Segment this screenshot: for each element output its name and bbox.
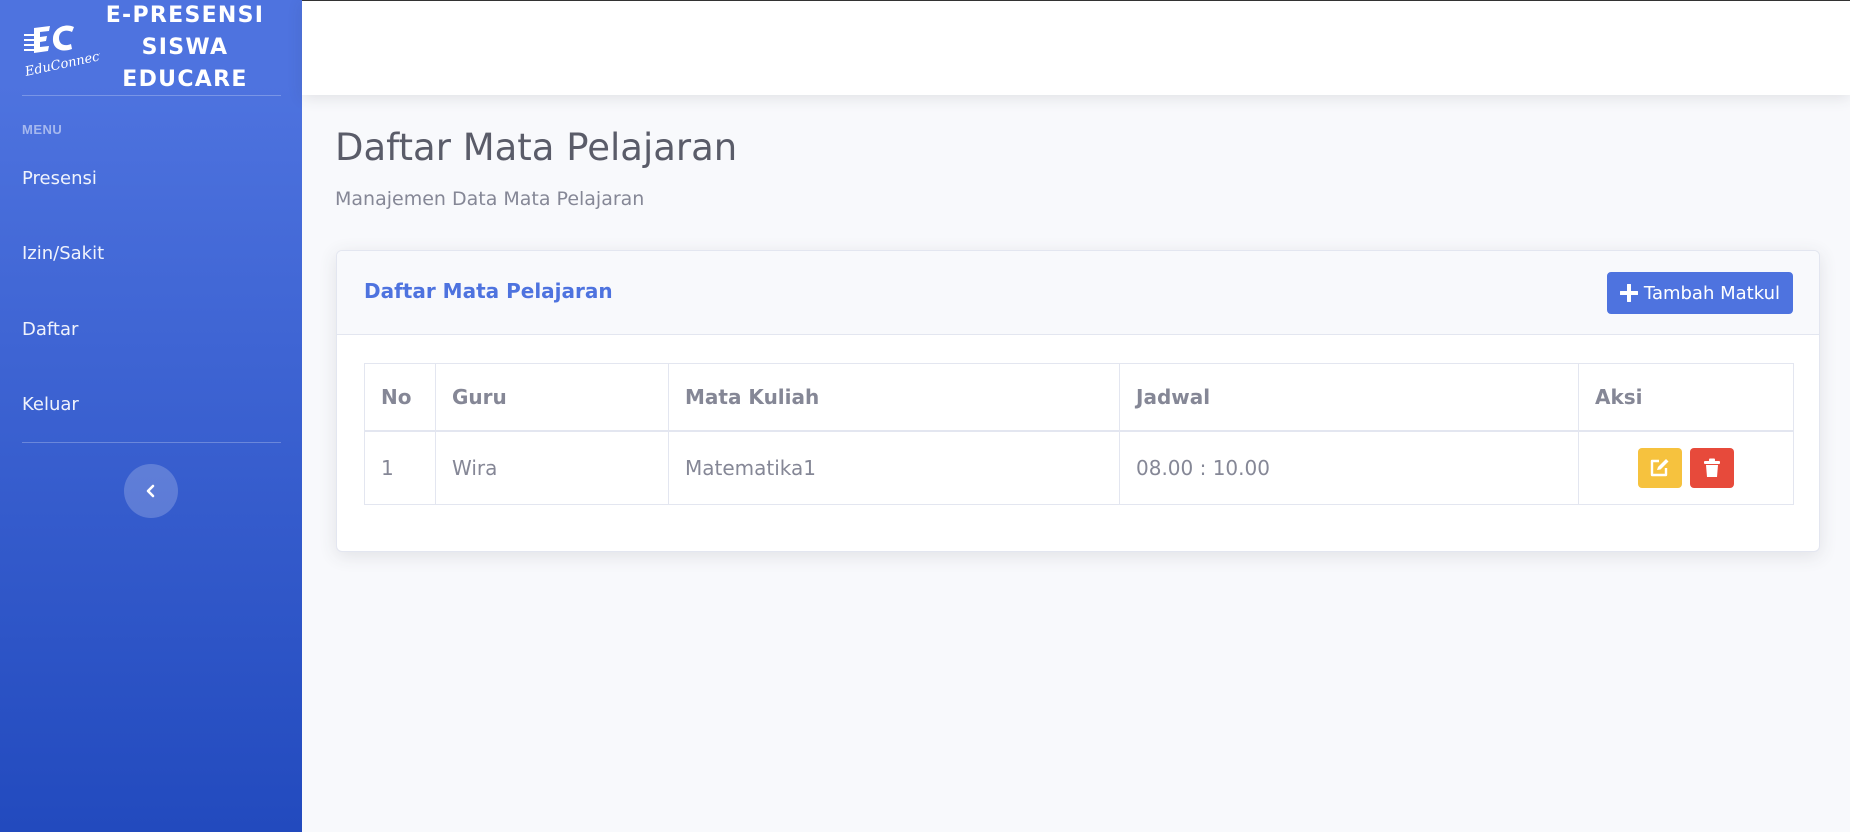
column-header-jadwal: Jadwal: [1119, 363, 1579, 432]
brand-title: E-PRESENSI SISWA EDUCARE: [105, 0, 265, 96]
add-subject-button[interactable]: Tambah Matkul: [1606, 272, 1793, 314]
sidebar: EduConnect E-PRESENSI SISWA EDUCARE MENU…: [0, 0, 302, 832]
page-title: Daftar Mata Pelajaran: [335, 126, 738, 169]
topbar: [302, 0, 1850, 95]
sidebar-item-presensi[interactable]: Presensi: [22, 159, 281, 199]
sidebar-item-izin-sakit[interactable]: Izin/Sakit: [22, 234, 281, 274]
edit-icon: [1650, 458, 1669, 476]
page-subtitle: Manajemen Data Mata Pelajaran: [335, 188, 645, 210]
sidebar-toggle-button[interactable]: [124, 464, 178, 518]
sidebar-brand[interactable]: EduConnect E-PRESENSI SISWA EDUCARE: [0, 0, 302, 95]
column-header-mata-kuliah: Mata Kuliah: [668, 363, 1120, 432]
subject-table: No Guru Mata Kuliah Jadwal Aksi 1 Wira M…: [364, 363, 1794, 505]
cell-mata-kuliah: Matematika1: [668, 430, 1120, 505]
card-title: Daftar Mata Pelajaran: [364, 279, 613, 303]
cell-no: 1: [364, 430, 436, 505]
sidebar-item-keluar[interactable]: Keluar: [22, 385, 281, 425]
trash-icon: [1704, 458, 1721, 477]
brand-line-3: EDUCARE: [122, 67, 248, 92]
brand-line-1: E-PRESENSI: [105, 3, 265, 28]
table-wrapper: No Guru Mata Kuliah Jadwal Aksi 1 Wira M…: [364, 363, 1794, 505]
column-header-no: No: [364, 363, 436, 432]
add-subject-label: Tambah Matkul: [1643, 282, 1780, 304]
column-header-aksi: Aksi: [1578, 363, 1794, 432]
cell-aksi: [1578, 430, 1794, 505]
card-header: Daftar Mata Pelajaran Tambah Matkul: [337, 251, 1819, 335]
edit-button[interactable]: [1637, 447, 1682, 488]
sidebar-divider: [22, 95, 281, 96]
table-row: 1 Wira Matematika1 08.00 : 10.00: [364, 430, 1794, 505]
table-header-row: No Guru Mata Kuliah Jadwal Aksi: [364, 363, 1794, 432]
cell-jadwal: 08.00 : 10.00: [1119, 430, 1579, 505]
column-header-guru: Guru: [435, 363, 669, 432]
subject-list-card: Daftar Mata Pelajaran Tambah Matkul No G…: [336, 250, 1820, 552]
menu-heading: MENU: [22, 122, 63, 137]
sidebar-divider-bottom: [22, 442, 281, 443]
delete-button[interactable]: [1690, 447, 1735, 488]
plus-icon: [1619, 284, 1638, 302]
cell-guru: Wira: [435, 430, 669, 505]
brand-line-2: SISWA: [141, 35, 229, 60]
educonnect-logo: EduConnect: [23, 25, 100, 80]
svg-text:EduConnect: EduConnect: [23, 48, 100, 80]
chevron-left-icon: [146, 484, 155, 498]
sidebar-item-daftar[interactable]: Daftar: [22, 310, 281, 350]
